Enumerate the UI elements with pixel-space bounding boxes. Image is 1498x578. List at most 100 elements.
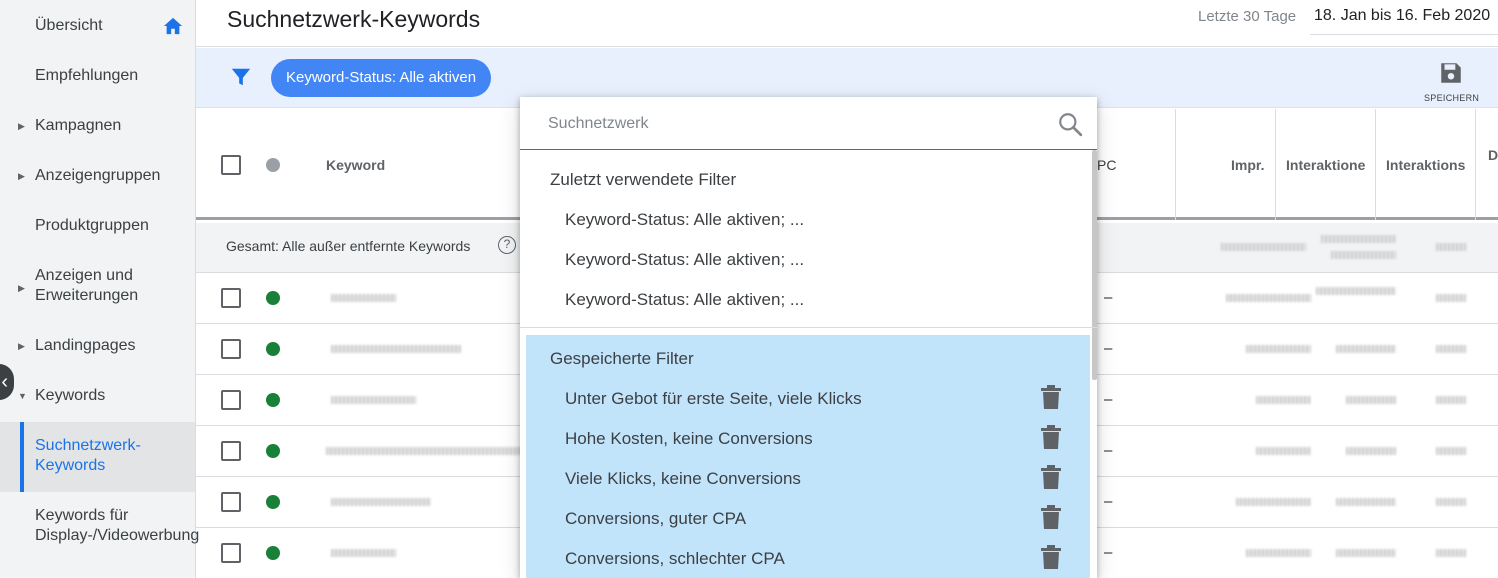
filter-chip-keyword-status[interactable]: Keyword-Status: Alle aktiven	[271, 59, 492, 97]
saved-filter-item[interactable]: Conversions, schlechter CPA	[565, 549, 785, 569]
total-row-label: Gesamt: Alle außer entfernte Keywords	[226, 238, 471, 254]
column-divider	[1275, 109, 1276, 220]
date-range-selector[interactable]: 18. Jan bis 16. Feb 2020	[1314, 7, 1490, 25]
sidebar-item-label: Suchnetzwerk-Keywords	[35, 437, 141, 474]
column-header-interactions[interactable]: Interaktione	[1286, 157, 1365, 173]
caret-right-icon: ▶	[18, 283, 25, 293]
sidebar-item-label: Landingpages	[35, 337, 136, 354]
redacted-value	[1436, 243, 1466, 251]
status-enabled-icon	[266, 546, 280, 560]
cpc-value: –	[1104, 289, 1113, 306]
column-header-next[interactable]: D	[1488, 147, 1498, 163]
redacted-value	[1336, 498, 1396, 506]
sidebar-item-label: Anzeigen und Erweiterungen	[35, 267, 139, 304]
sidebar-item-label: Produktgruppen	[35, 217, 149, 234]
sidebar-item-keywords[interactable]: ▼ Keywords	[0, 386, 195, 410]
cpc-value: –	[1104, 442, 1113, 459]
redacted-keyword	[331, 345, 461, 353]
redacted-keyword	[331, 294, 396, 302]
column-divider	[1475, 109, 1476, 220]
status-enabled-icon	[266, 444, 280, 458]
saved-filter-item[interactable]: Conversions, guter CPA	[565, 509, 746, 529]
app-root: Übersicht Empfehlungen ▶ Kampagnen ▶ Anz…	[0, 0, 1498, 578]
caret-right-icon: ▶	[18, 341, 25, 351]
caret-right-icon: ▶	[18, 171, 25, 181]
delete-icon[interactable]	[1040, 464, 1062, 490]
date-range-underline	[1310, 34, 1498, 35]
row-checkbox[interactable]	[221, 441, 241, 461]
saved-filter-item[interactable]: Viele Klicks, keine Conversions	[565, 469, 801, 489]
column-header-impressions[interactable]: Impr.	[1231, 157, 1264, 173]
sidebar-item-recommendations[interactable]: Empfehlungen	[0, 66, 195, 90]
redacted-value	[1236, 498, 1311, 506]
active-indicator	[20, 422, 24, 492]
row-checkbox[interactable]	[221, 339, 241, 359]
saved-filters-title: Gespeicherte Filter	[550, 349, 694, 368]
redacted-value	[1256, 447, 1311, 455]
column-header-keyword[interactable]: Keyword	[326, 157, 385, 173]
redacted-value	[1436, 294, 1466, 302]
delete-icon[interactable]	[1040, 424, 1062, 450]
sidebar-item-campaigns[interactable]: ▶ Kampagnen	[0, 116, 195, 140]
saved-filter-item[interactable]: Hohe Kosten, keine Conversions	[565, 429, 813, 449]
delete-icon[interactable]	[1040, 544, 1062, 570]
recent-filters-title: Zuletzt verwendete Filter	[550, 170, 737, 189]
sidebar: Übersicht Empfehlungen ▶ Kampagnen ▶ Anz…	[0, 0, 200, 578]
chevron-left-icon: ‹	[1, 371, 8, 393]
sidebar-item-display-keywords[interactable]: Keywords für Display-/Videowerbung	[0, 506, 200, 570]
sidebar-item-label: Anzeigengruppen	[35, 167, 161, 184]
row-checkbox[interactable]	[221, 288, 241, 308]
cpc-value: –	[1104, 391, 1113, 408]
search-icon[interactable]	[1057, 111, 1083, 137]
row-checkbox[interactable]	[221, 390, 241, 410]
delete-icon[interactable]	[1040, 384, 1062, 410]
row-checkbox[interactable]	[221, 543, 241, 563]
redacted-value	[1436, 447, 1466, 455]
sidebar-item-ad-groups[interactable]: ▶ Anzeigengruppen	[0, 166, 195, 190]
save-icon[interactable]	[1438, 60, 1464, 86]
select-all-checkbox[interactable]	[221, 155, 241, 175]
caret-right-icon: ▶	[18, 121, 25, 131]
filter-icon[interactable]	[230, 66, 252, 88]
status-column-icon	[266, 158, 280, 172]
sidebar-item-label: Kampagnen	[35, 117, 122, 134]
redacted-keyword	[331, 396, 416, 404]
recent-filter-item[interactable]: Keyword-Status: Alle aktiven; ...	[565, 210, 804, 230]
redacted-value	[1436, 498, 1466, 506]
redacted-value	[1346, 447, 1396, 455]
sidebar-item-landing-pages[interactable]: ▶ Landingpages	[0, 336, 195, 360]
column-header-interaction-rate[interactable]: Interaktions	[1386, 157, 1465, 173]
status-enabled-icon	[266, 393, 280, 407]
cpc-value: –	[1104, 493, 1113, 510]
column-divider	[1375, 109, 1376, 220]
save-button-label[interactable]: SPEICHERN	[1424, 93, 1479, 103]
sidebar-item-product-groups[interactable]: Produktgruppen	[0, 216, 195, 240]
redacted-value	[1336, 345, 1396, 353]
sidebar-item-label: Keywords	[35, 387, 106, 404]
caret-down-icon: ▼	[18, 391, 27, 401]
row-checkbox[interactable]	[221, 492, 241, 512]
redacted-value	[1346, 396, 1396, 404]
redacted-value	[1256, 396, 1311, 404]
filter-search-input[interactable]	[548, 111, 1028, 137]
recent-filter-item[interactable]: Keyword-Status: Alle aktiven; ...	[565, 290, 804, 310]
status-enabled-icon	[266, 342, 280, 356]
redacted-value	[1321, 235, 1396, 243]
redacted-value	[1436, 396, 1466, 404]
page-title: Suchnetzwerk-Keywords	[227, 6, 481, 32]
saved-filters-section: Gespeicherte Filter Unter Gebot für erst…	[526, 335, 1090, 578]
sidebar-item-ads-extensions[interactable]: ▶ Anzeigen und Erweiterungen	[0, 266, 195, 310]
recent-filter-item[interactable]: Keyword-Status: Alle aktiven; ...	[565, 250, 804, 270]
delete-icon[interactable]	[1040, 504, 1062, 530]
sidebar-item-label: Keywords für Display-/Videowerbung	[35, 507, 200, 544]
column-header-cpc[interactable]: PC	[1097, 157, 1116, 173]
home-icon[interactable]	[162, 16, 184, 36]
redacted-value	[1436, 345, 1466, 353]
redacted-keyword	[331, 549, 396, 557]
saved-filter-item[interactable]: Unter Gebot für erste Seite, viele Klick…	[565, 389, 862, 409]
sidebar-item-search-keywords[interactable]: Suchnetzwerk-Keywords	[0, 422, 195, 492]
help-icon[interactable]: ?	[498, 236, 516, 254]
sidebar-item-label: Empfehlungen	[35, 67, 139, 84]
filter-search	[520, 97, 1097, 150]
dropdown-scrollbar[interactable]	[1092, 150, 1097, 380]
